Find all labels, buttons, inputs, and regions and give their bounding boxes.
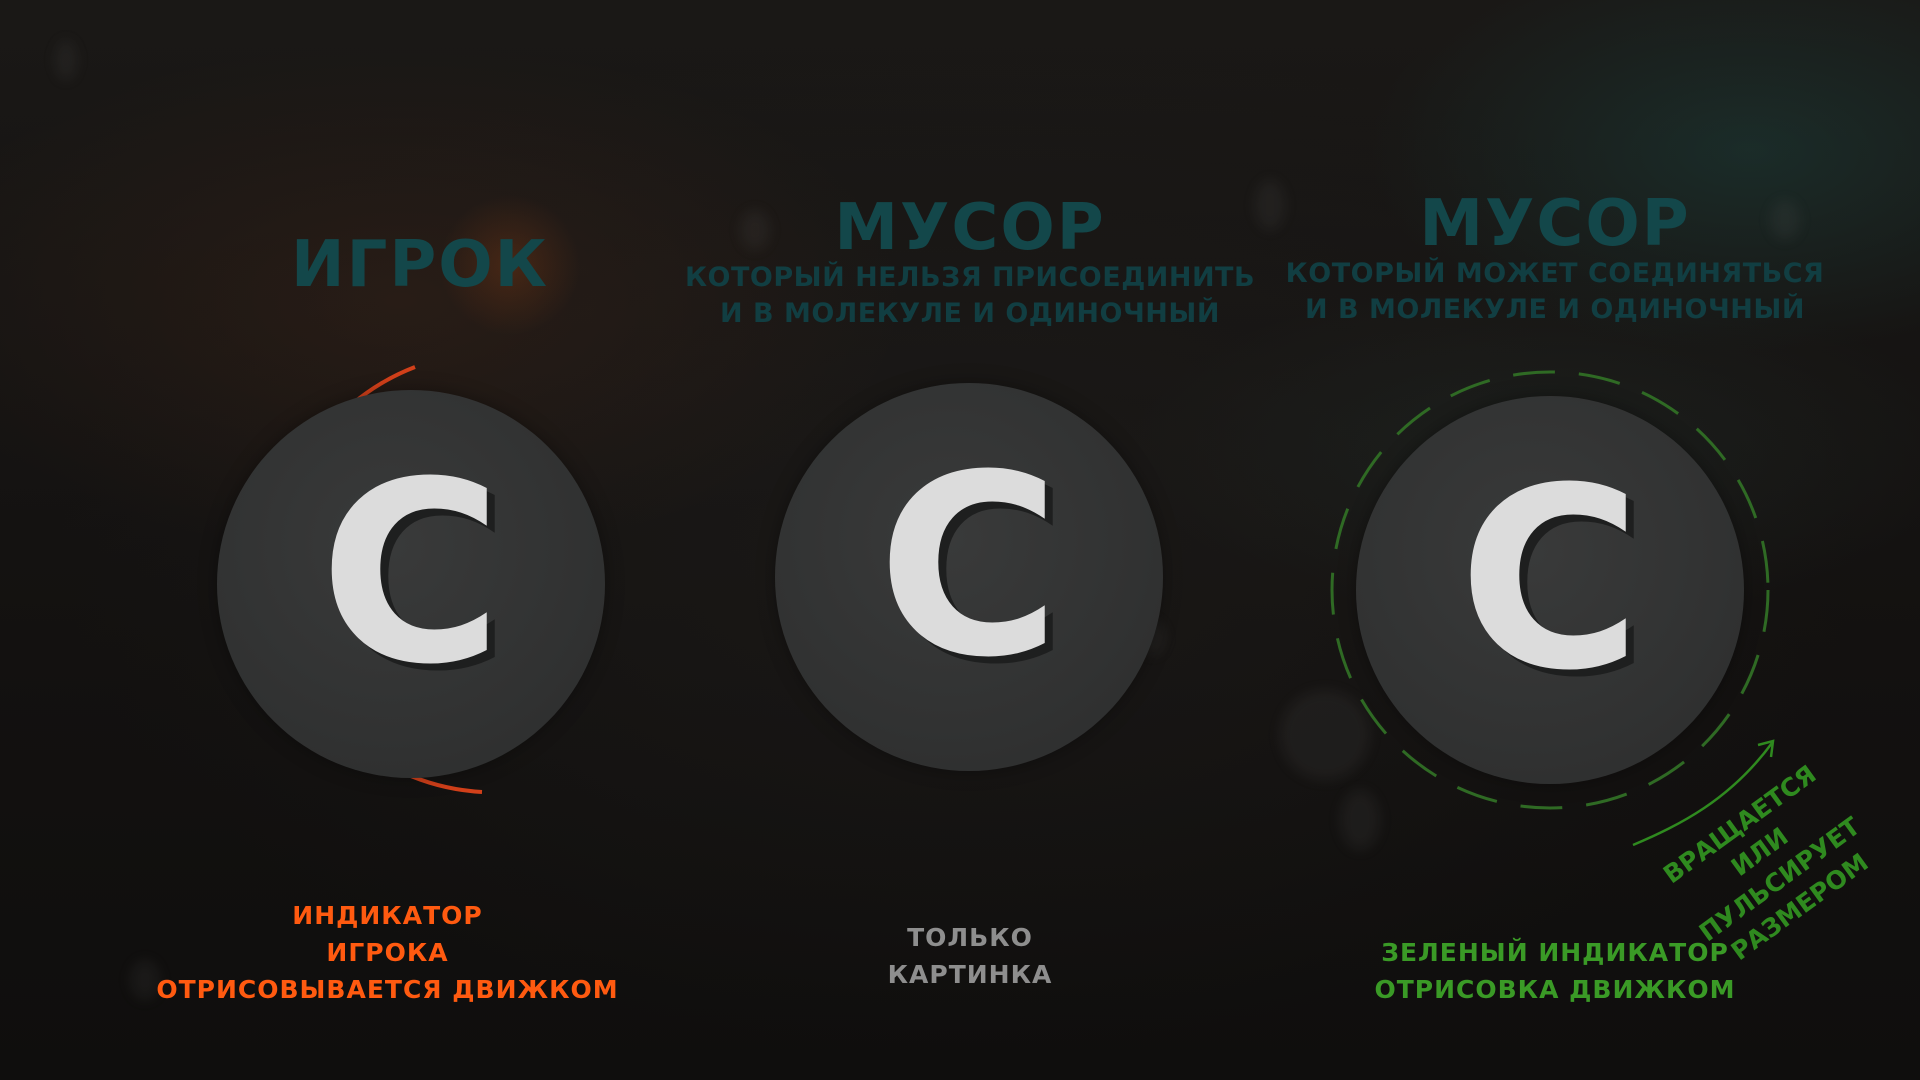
debris-joinable-subtitle-line1: КОТОРЫЙ МОЖЕТ СОЕДИНЯТЬСЯ bbox=[1285, 258, 1825, 289]
caption-line: ИНДИКАТОР bbox=[292, 901, 483, 930]
player-caption: ИНДИКАТОР ИГРОКА ОТРИСОВЫВАЕТСЯ ДВИЖКОМ bbox=[110, 897, 665, 1008]
caption-line: ОТРИСОВКА ДВИЖКОМ bbox=[1374, 975, 1736, 1004]
debris-fixed-subtitle-line1: КОТОРЫЙ НЕЛЬЗЯ ПРИСОЕДИНИТЬ bbox=[684, 262, 1256, 293]
token-letter: C bbox=[877, 421, 1061, 712]
player-title: ИГРОК bbox=[291, 228, 549, 302]
debris-joinable-subtitle-line2: И В МОЛЕКУЛЕ И ОДИНОЧНЫЙ bbox=[1305, 294, 1805, 325]
debris-fixed-subtitle-line2: И В МОЛЕКУЛЕ И ОДИНОЧНЫЙ bbox=[720, 298, 1220, 329]
caption-line: ТОЛЬКО bbox=[907, 923, 1033, 952]
caption-line: ОТРИСОВЫВАЕТСЯ ДВИЖКОМ bbox=[156, 975, 619, 1004]
background-particle bbox=[1255, 180, 1285, 230]
player-token: C bbox=[217, 390, 605, 778]
debris-fixed-caption: ТОЛЬКО КАРТИНКА bbox=[820, 919, 1120, 993]
debris-fixed-token: C bbox=[775, 383, 1163, 771]
debris-joinable-title: МУСОР bbox=[1419, 187, 1691, 261]
debris-joinable-caption: ЗЕЛЕНЫЙ ИНДИКАТОР ОТРИСОВКА ДВИЖКОМ bbox=[1330, 934, 1780, 1008]
caption-line: КАРТИНКА bbox=[887, 960, 1053, 989]
background-particle bbox=[55, 40, 77, 80]
debris-fixed-title: МУСОР bbox=[834, 191, 1106, 265]
caption-line: ИГРОКА bbox=[326, 938, 449, 967]
token-letter: C bbox=[1458, 434, 1642, 725]
token-letter: C bbox=[319, 428, 503, 719]
debris-joinable-token: C bbox=[1356, 396, 1744, 784]
caption-line: ЗЕЛЕНЫЙ ИНДИКАТОР bbox=[1381, 938, 1729, 967]
